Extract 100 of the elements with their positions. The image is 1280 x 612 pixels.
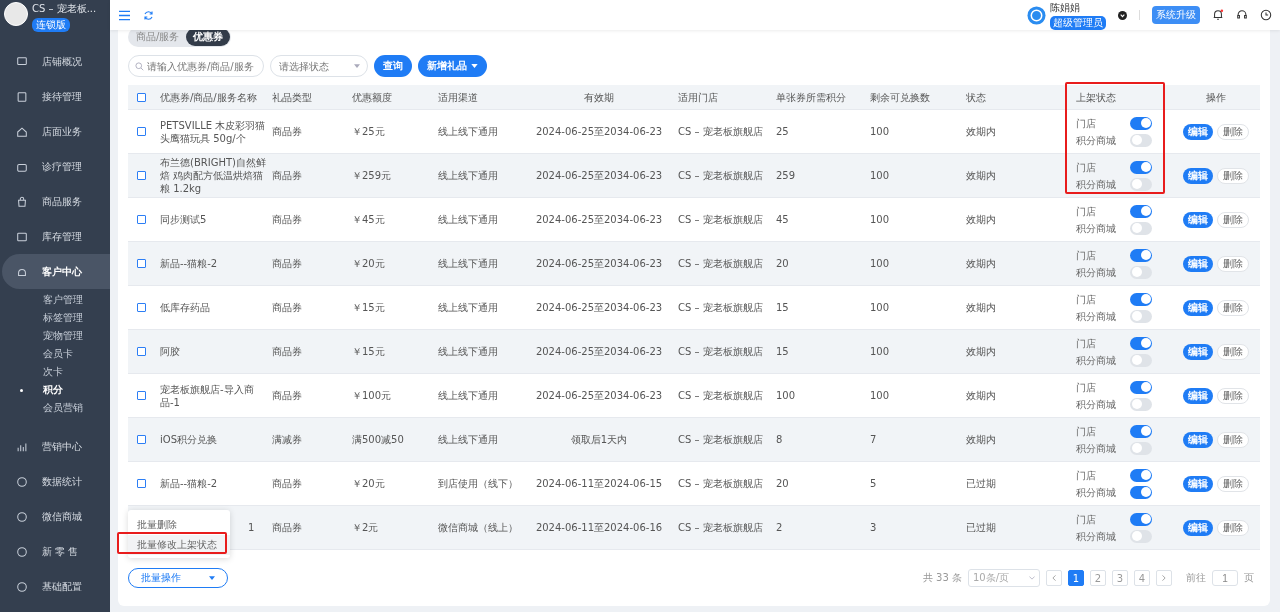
toggle-switch[interactable] xyxy=(1130,424,1152,438)
delete-button[interactable]: 删除 xyxy=(1217,123,1249,140)
edit-button[interactable]: 编辑 xyxy=(1183,255,1213,272)
sidebar-item[interactable]: 营销中心 xyxy=(0,429,110,464)
toggle-switch[interactable] xyxy=(1130,353,1152,367)
select-all-checkbox[interactable] xyxy=(136,92,146,102)
sidebar-item[interactable]: 商品服务 xyxy=(0,184,110,219)
table-cell-text: 20 xyxy=(776,257,790,270)
toggle-switch[interactable] xyxy=(1130,248,1152,262)
row-checkbox[interactable] xyxy=(136,347,146,356)
table-cell-text: 商品券 xyxy=(272,521,303,534)
table-cell-text: 商品券 xyxy=(272,389,303,402)
row-checkbox[interactable] xyxy=(136,127,146,136)
toggle-switch[interactable] xyxy=(1130,512,1152,526)
row-checkbox[interactable] xyxy=(136,171,146,180)
column-header: 操作 xyxy=(1205,90,1227,104)
batch-action-button[interactable]: 批量操作 xyxy=(128,568,228,588)
edit-button[interactable]: 编辑 xyxy=(1183,387,1213,404)
toggle-switch[interactable] xyxy=(1130,265,1152,279)
sidebar-item[interactable]: 库存管理 xyxy=(0,219,110,254)
edit-button[interactable]: 编辑 xyxy=(1183,519,1213,536)
edit-button[interactable]: 编辑 xyxy=(1183,431,1213,448)
delete-button[interactable]: 删除 xyxy=(1217,255,1249,272)
delete-button[interactable]: 删除 xyxy=(1217,387,1249,404)
toggle-switch[interactable] xyxy=(1130,292,1152,306)
delete-button[interactable]: 删除 xyxy=(1217,211,1249,228)
column-header: 单张券所需积分 xyxy=(776,90,847,104)
status-select[interactable]: 请选择状态 xyxy=(270,55,368,77)
toggle-switch[interactable] xyxy=(1130,380,1152,394)
edit-button[interactable]: 编辑 xyxy=(1183,299,1213,316)
menu-icon[interactable] xyxy=(118,9,131,21)
submenu-item[interactable]: 积分 xyxy=(0,381,110,399)
toggle-switch[interactable] xyxy=(1130,160,1152,174)
row-checkbox[interactable] xyxy=(136,479,146,488)
table-cell-text: 线上线下通用 xyxy=(438,389,499,402)
refresh-icon[interactable] xyxy=(143,9,154,21)
sidebar-item[interactable]: 微信商城 xyxy=(0,499,110,534)
submenu-item[interactable]: 会员卡 xyxy=(0,345,110,363)
add-gift-button[interactable]: 新增礼品 xyxy=(418,55,487,77)
table-cell-text: 100 xyxy=(870,213,891,226)
submenu-item[interactable]: 宠物管理 xyxy=(0,327,110,345)
delete-button[interactable]: 删除 xyxy=(1217,167,1249,184)
delete-button[interactable]: 删除 xyxy=(1217,475,1249,492)
sidebar-item[interactable]: 诊疗管理 xyxy=(0,149,110,184)
delete-button[interactable]: 删除 xyxy=(1217,519,1249,536)
table-cell-text: ￥259元 xyxy=(352,169,393,182)
toggle-switch[interactable] xyxy=(1130,116,1152,130)
delete-button[interactable]: 删除 xyxy=(1217,299,1249,316)
table-cell-text: CS – 宠老板旗舰店 xyxy=(677,169,764,182)
toggle-switch[interactable] xyxy=(1130,309,1152,323)
submenu-item[interactable]: 标签管理 xyxy=(0,309,110,327)
avatar-icon[interactable] xyxy=(1027,5,1046,25)
toggle-switch[interactable] xyxy=(1130,221,1152,235)
sidebar-item[interactable]: 客户中心 xyxy=(2,254,110,289)
toggle-switch[interactable] xyxy=(1130,485,1152,499)
edit-button[interactable]: 编辑 xyxy=(1183,167,1213,184)
row-checkbox[interactable] xyxy=(136,215,146,224)
switch-label: 门店 xyxy=(1076,468,1096,482)
edit-button[interactable]: 编辑 xyxy=(1183,475,1213,492)
submenu-item[interactable]: 次卡 xyxy=(0,363,110,381)
toggle-switch[interactable] xyxy=(1130,529,1152,543)
row-checkbox[interactable] xyxy=(136,259,146,268)
sidebar-item[interactable]: 基础配置 xyxy=(0,569,110,604)
toggle-switch[interactable] xyxy=(1130,204,1152,218)
page-input[interactable]: 1 xyxy=(1212,570,1238,586)
sidebar-item[interactable]: 新 零 售 xyxy=(0,534,110,569)
table-cell-text: 到店使用（线下） xyxy=(438,477,519,490)
page-button[interactable]: 1 xyxy=(1068,570,1084,586)
sidebar-item[interactable]: 数据统计 xyxy=(0,464,110,499)
clock-icon[interactable] xyxy=(1260,9,1272,21)
menu-item[interactable]: 批量删除 xyxy=(128,515,230,535)
toggle-switch[interactable] xyxy=(1130,397,1152,411)
dropdown-icon[interactable] xyxy=(1118,10,1127,20)
submenu-item[interactable]: 会员营销 xyxy=(0,399,110,417)
edit-button[interactable]: 编辑 xyxy=(1183,211,1213,228)
headset-icon[interactable] xyxy=(1236,9,1248,21)
query-button[interactable]: 查询 xyxy=(374,55,412,77)
table-cell-text: ￥20元 xyxy=(352,257,386,270)
toggle-switch[interactable] xyxy=(1130,133,1152,147)
page-suffix: 页 xyxy=(1244,571,1254,585)
toggle-switch[interactable] xyxy=(1130,441,1152,455)
delete-button[interactable]: 删除 xyxy=(1217,343,1249,360)
sidebar-item[interactable]: 接待管理 xyxy=(0,79,110,114)
row-checkbox[interactable] xyxy=(136,435,146,444)
toggle-switch[interactable] xyxy=(1130,177,1152,191)
bell-icon[interactable] xyxy=(1212,9,1224,21)
table-cell-text: CS – 宠老板旗舰店 xyxy=(677,125,764,138)
row-checkbox[interactable] xyxy=(136,391,146,400)
row-checkbox[interactable] xyxy=(136,303,146,312)
toggle-switch[interactable] xyxy=(1130,468,1152,482)
edit-button[interactable]: 编辑 xyxy=(1183,123,1213,140)
upgrade-button[interactable]: 系统升级 xyxy=(1152,6,1200,24)
submenu-item[interactable]: 客户管理 xyxy=(0,291,110,309)
edit-button[interactable]: 编辑 xyxy=(1183,343,1213,360)
delete-button[interactable]: 删除 xyxy=(1217,431,1249,448)
table-cell-text: 效期内 xyxy=(966,345,997,358)
toggle-switch[interactable] xyxy=(1130,336,1152,350)
sidebar-item[interactable]: 店铺概况 xyxy=(0,44,110,79)
search-field[interactable]: 请输入优惠券/商品/服务 xyxy=(128,55,264,77)
sidebar-item[interactable]: 店面业务 xyxy=(0,114,110,149)
